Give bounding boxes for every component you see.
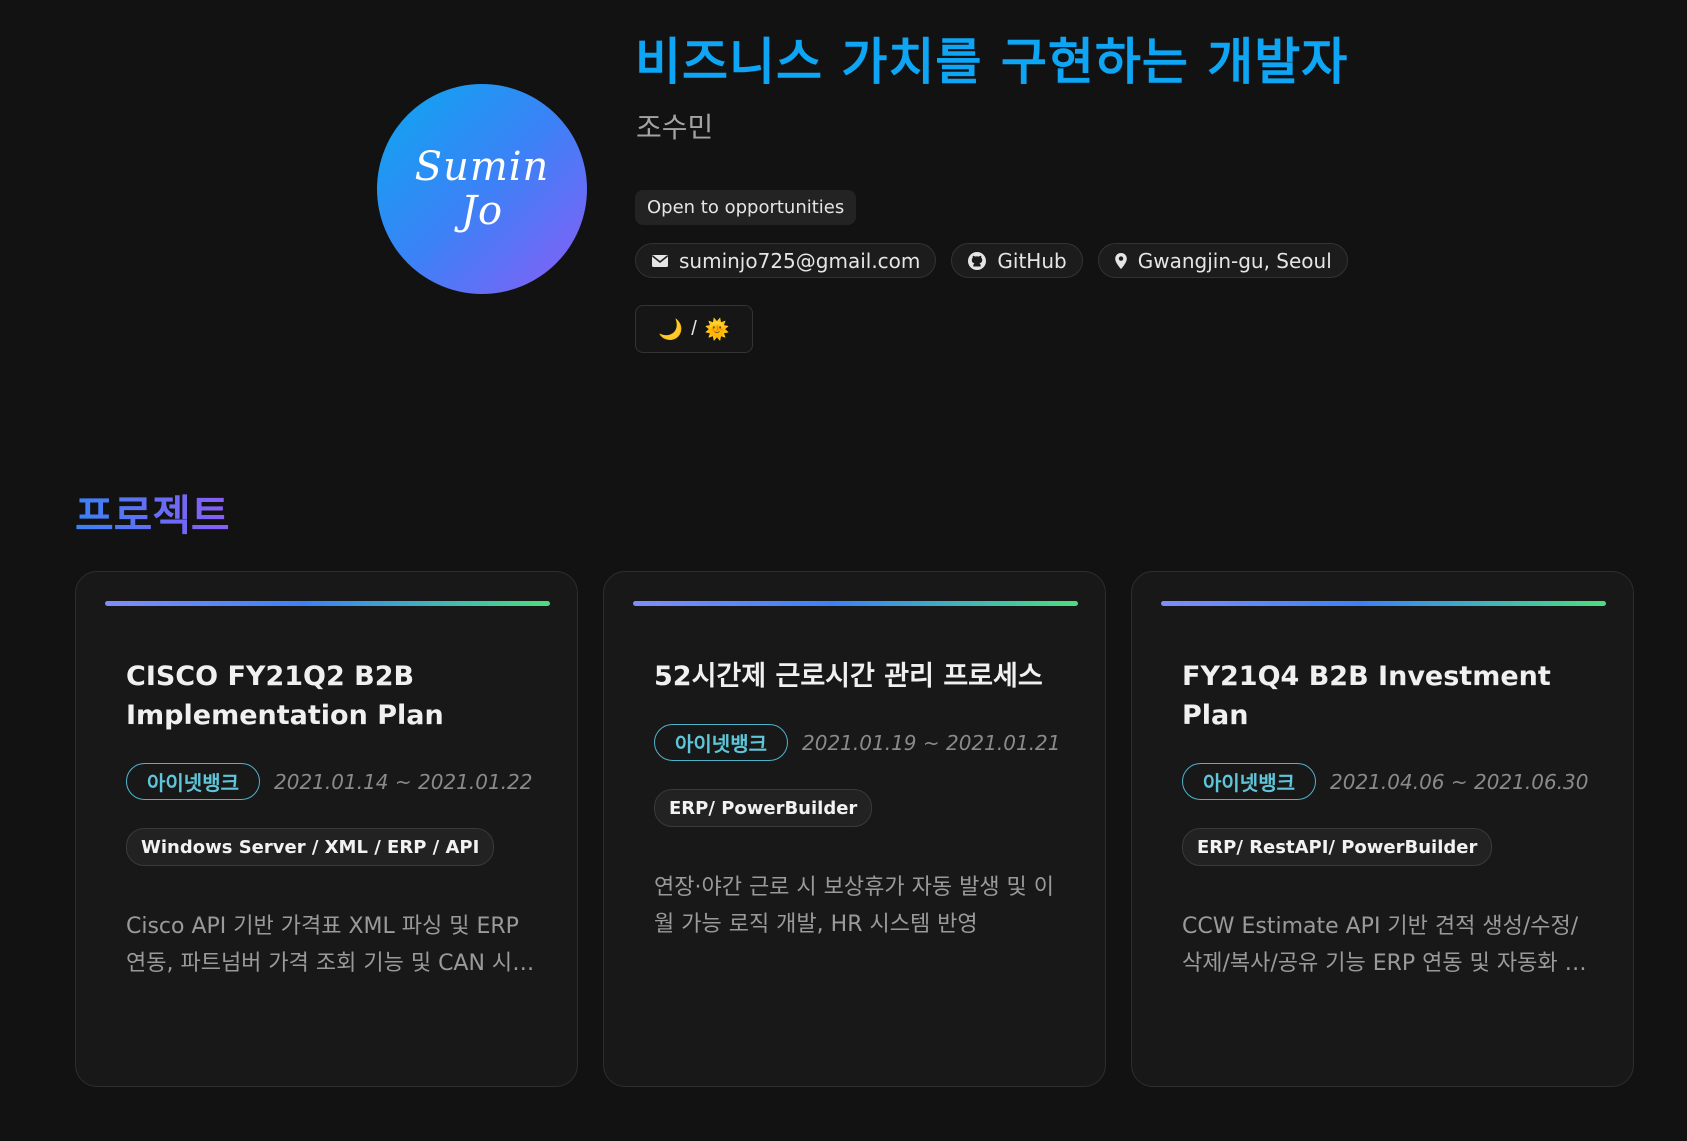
tech-stack-tag: ERP/ PowerBuilder [654, 789, 873, 827]
portfolio-page: Sumin Jo 비즈니스 가치를 구현하는 개발자 조수민 Open to o… [0, 0, 1687, 1141]
avatar-signature-line1: Sumin [414, 144, 550, 190]
project-title: FY21Q4 B2B Investment Plan [1182, 661, 1551, 731]
theme-toggle-button[interactable]: 🌙 / 🌞 [635, 305, 753, 353]
company-badge: 아이넷뱅크 [1182, 763, 1316, 800]
location-chip: Gwangjin-gu, Seoul [1097, 243, 1348, 278]
tech-stack-tag: ERP/ RestAPI/ PowerBuilder [1182, 828, 1493, 866]
hero-title: 비즈니스 가치를 구현하는 개발자 [635, 33, 1349, 91]
github-label: GitHub [997, 248, 1067, 273]
project-card[interactable]: CISCO FY21Q2 B2B Implementation Plan 아이넷… [75, 571, 578, 1087]
company-badge: 아이넷뱅크 [126, 763, 260, 800]
avatar: Sumin Jo [377, 84, 587, 294]
email-link[interactable]: suminjo725@gmail.com [635, 243, 937, 278]
sun-icon: 🌞 [704, 318, 730, 341]
contact-links: suminjo725@gmail.com GitHub Gwangjin-gu,… [635, 243, 1348, 278]
email-label: suminjo725@gmail.com [679, 248, 921, 273]
location-label: Gwangjin-gu, Seoul [1137, 248, 1332, 273]
mail-icon [651, 254, 669, 268]
card-accent-bar [1161, 601, 1606, 606]
project-period: 2021.01.19 ~ 2021.01.21 [802, 730, 1061, 755]
location-pin-icon [1114, 252, 1128, 270]
card-accent-bar [633, 601, 1078, 606]
project-description: 연장·야간 근로 시 보상휴가 자동 발생 및 이월 가능 로직 개발, HR … [654, 875, 1055, 937]
github-link[interactable]: GitHub [951, 243, 1083, 278]
card-accent-bar [105, 601, 550, 606]
project-title: 52시간제 근로시간 관리 프로세스 [654, 661, 1043, 692]
hero-name: 조수민 [636, 111, 714, 144]
theme-toggle-separator: / [691, 317, 697, 340]
moon-icon: 🌙 [658, 318, 684, 341]
project-description: Cisco API 기반 가격표 XML 파싱 및 ERP 연동, 파트넘버 가… [126, 914, 533, 976]
project-card[interactable]: FY21Q4 B2B Investment Plan 아이넷뱅크 2021.04… [1131, 571, 1634, 1087]
projects-heading: 프로젝트 [75, 482, 230, 543]
project-card[interactable]: 52시간제 근로시간 관리 프로세스 아이넷뱅크 2021.01.19 ~ 20… [603, 571, 1106, 1087]
status-badge: Open to opportunities [635, 190, 857, 225]
github-icon [967, 251, 987, 271]
project-period: 2021.04.06 ~ 2021.06.30 [1330, 769, 1589, 794]
company-badge: 아이넷뱅크 [654, 724, 788, 761]
project-title: CISCO FY21Q2 B2B Implementation Plan [126, 661, 444, 731]
avatar-signature-line2: Jo [460, 188, 504, 234]
tech-stack-tag: Windows Server / XML / ERP / API [126, 828, 495, 866]
project-period: 2021.01.14 ~ 2021.01.22 [274, 769, 533, 794]
project-description: CCW Estimate API 기반 견적 생성/수정/삭제/복사/공유 기능… [1182, 914, 1585, 976]
